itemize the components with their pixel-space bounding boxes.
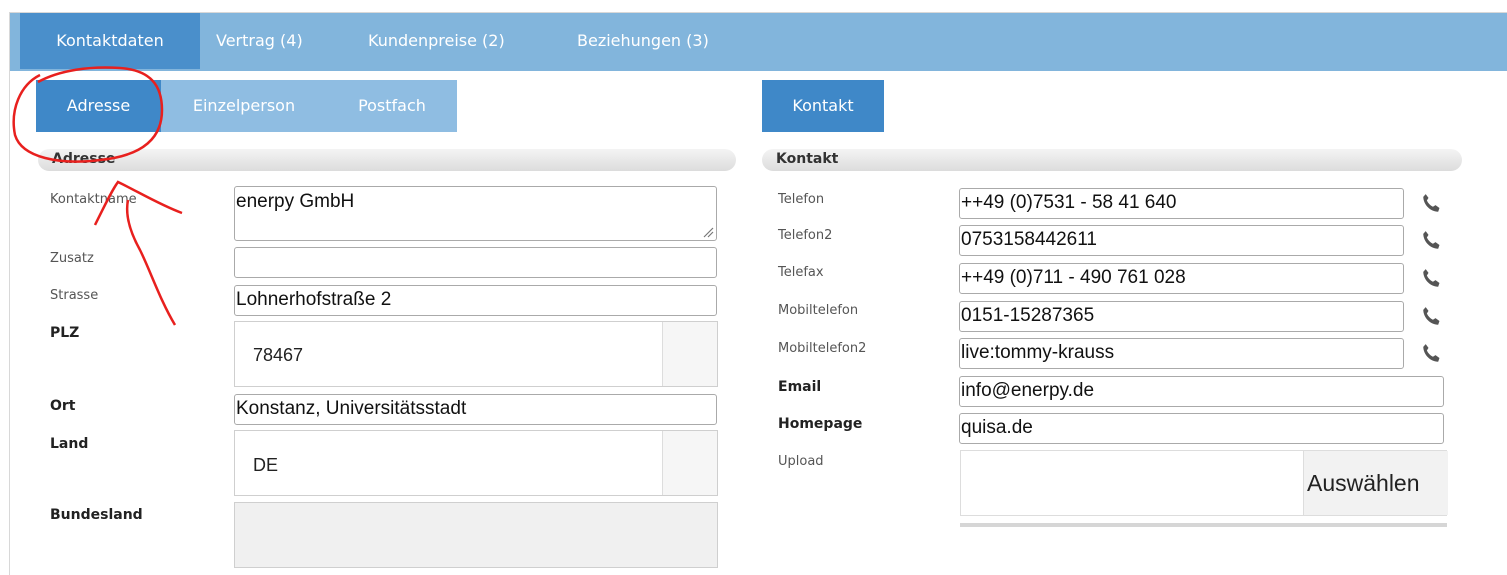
phone-icon[interactable] [1418, 303, 1446, 331]
scrollbar[interactable] [960, 523, 1447, 527]
tab-beziehungen[interactable]: Beziehungen (3) [577, 13, 709, 69]
homepage-input[interactable]: quisa.de [959, 413, 1444, 444]
zusatz-label: Zusatz [50, 251, 94, 266]
phone-icon[interactable] [1418, 190, 1446, 218]
land-select[interactable]: DE [234, 430, 718, 496]
main-tab-bar: Kontaktdaten Vertrag (4) Kundenpreise (2… [10, 13, 1507, 71]
plz-select[interactable]: 78467 [234, 321, 718, 387]
upload-field[interactable]: Auswählen [960, 450, 1448, 516]
kontakt-section-header: Kontakt [762, 149, 1462, 171]
land-value: DE [253, 455, 279, 475]
tab-vertrag[interactable]: Vertrag (4) [216, 13, 303, 69]
email-label: Email [778, 379, 822, 395]
tab-kundenpreise[interactable]: Kundenpreise (2) [368, 13, 505, 69]
upload-label: Upload [778, 454, 824, 469]
homepage-label: Homepage [778, 416, 863, 432]
plz-dropdown-toggle[interactable] [662, 322, 717, 386]
ort-input[interactable]: Konstanz, Universitätsstadt [234, 394, 717, 425]
bundesland-select[interactable] [234, 502, 718, 568]
phone-icon[interactable] [1418, 340, 1446, 368]
telefon-label: Telefon [778, 192, 825, 207]
phone-icon[interactable] [1418, 265, 1446, 293]
land-dropdown-toggle[interactable] [662, 431, 717, 495]
plz-value: 78467 [253, 345, 304, 365]
tab-kontaktdaten[interactable]: Kontaktdaten [20, 13, 200, 69]
telefon2-label: Telefon2 [778, 228, 833, 243]
telefon2-input[interactable]: 0753158442611 [959, 225, 1404, 256]
email-input[interactable]: info@enerpy.de [959, 376, 1444, 407]
kontaktname-textarea[interactable]: enerpy GmbH [234, 186, 717, 241]
bundesland-label: Bundesland [50, 507, 143, 523]
subtab-postfach[interactable]: Postfach [327, 80, 457, 132]
subtab-einzelperson[interactable]: Einzelperson [161, 80, 327, 132]
zusatz-input[interactable] [234, 247, 717, 278]
telefax-input[interactable]: ++49 (0)711 - 490 761 028 [959, 263, 1404, 294]
subtab-adresse[interactable]: Adresse [36, 80, 161, 132]
plz-label: PLZ [50, 325, 80, 341]
adresse-section-header: Adresse [38, 149, 736, 171]
land-label: Land [50, 436, 89, 452]
telefax-label: Telefax [778, 265, 824, 280]
kontaktname-label: Kontaktname [50, 192, 137, 207]
resize-handle-icon[interactable] [702, 226, 714, 238]
mobiltelefon-label: Mobiltelefon [778, 303, 859, 318]
ort-label: Ort [50, 398, 76, 414]
telefon-input[interactable]: ++49 (0)7531 - 58 41 640 [959, 188, 1404, 219]
subtab-kontakt[interactable]: Kontakt [762, 80, 884, 132]
auswaehlen-button[interactable]: Auswählen [1303, 451, 1448, 515]
mobiltelefon2-label: Mobiltelefon2 [778, 341, 867, 356]
strasse-label: Strasse [50, 288, 99, 303]
strasse-input[interactable]: Lohnerhofstraße 2 [234, 285, 717, 316]
phone-icon[interactable] [1418, 227, 1446, 255]
mobiltelefon-input[interactable]: 0151-15287365 [959, 301, 1404, 332]
mobiltelefon2-input[interactable]: live:tommy-krauss [959, 338, 1404, 369]
